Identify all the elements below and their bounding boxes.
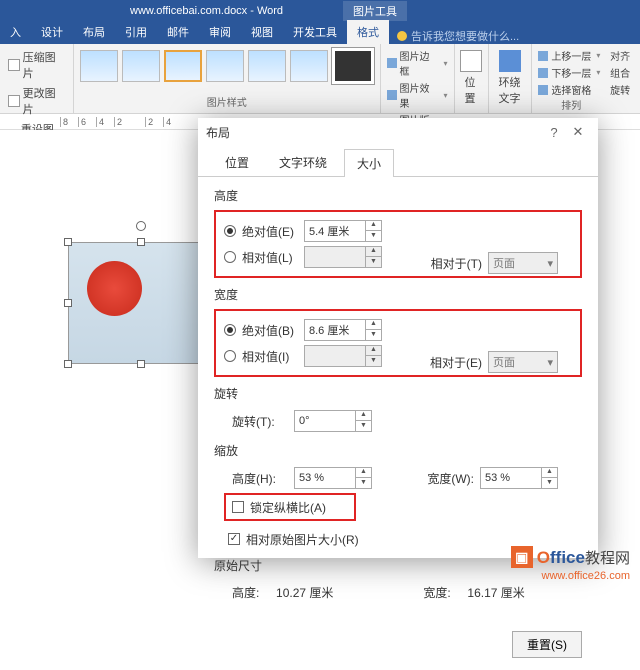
contextual-tab-label: 图片工具 [343,1,407,21]
rotate-input[interactable]: 0°▲▼ [294,410,372,432]
border-icon [387,58,397,68]
scale-width-input[interactable]: 53 %▲▼ [480,467,558,489]
spin-up[interactable]: ▲ [355,410,371,421]
spin-down[interactable]: ▼ [365,231,381,242]
resize-handle[interactable] [64,360,72,368]
compress-icon [8,59,20,71]
dialog-titlebar[interactable]: 布局 ? ✕ [198,118,598,146]
position-button[interactable]: 位置 [461,48,482,108]
spin-up[interactable]: ▲ [355,467,371,478]
height-absolute-radio[interactable] [224,225,236,237]
style-thumb[interactable] [164,50,202,82]
chevron-down-icon: ▾ [547,257,553,270]
resize-handle[interactable] [137,360,145,368]
tab-mailings[interactable]: 邮件 [157,20,199,44]
resize-handle[interactable] [64,299,72,307]
tab-position[interactable]: 位置 [212,148,262,176]
picture-border-button[interactable]: 图片边框 [387,48,448,78]
effects-icon [387,90,397,100]
spin-down[interactable]: ▼ [355,421,371,432]
group-label-styles: 图片样式 [80,94,374,109]
selection-pane-button[interactable]: 选择窗格 [538,82,604,97]
tab-format[interactable]: 格式 [347,20,389,44]
bulb-icon [397,31,407,41]
highlight-box: 锁定纵横比(A) [224,493,356,521]
ribbon: 压缩图片 更改图片 重设图片 图片样式 图片边框 图片效果 图片版式 位置 环绕… [0,44,640,114]
tab-review[interactable]: 审阅 [199,20,241,44]
spin-up[interactable]: ▲ [365,319,381,330]
original-height-value: 10.27 厘米 [276,586,333,600]
resize-handle[interactable] [64,238,72,246]
style-thumb[interactable] [206,50,244,82]
spin-down[interactable]: ▼ [541,478,557,489]
style-thumb[interactable] [80,50,118,82]
picture-styles-gallery[interactable] [80,48,374,84]
lock-aspect-ratio-checkbox[interactable] [232,501,244,513]
relative-original-size-checkbox[interactable] [228,533,240,545]
bring-forward-button[interactable]: 上移一层 [538,48,604,63]
tab-view[interactable]: 视图 [241,20,283,44]
send-backward-button[interactable]: 下移一层 [538,65,604,80]
tab-design[interactable]: 设计 [31,20,73,44]
dialog-tabs: 位置 文字环绕 大小 [198,148,598,177]
ribbon-tabs: 入 设计 布局 引用 邮件 审阅 视图 开发工具 格式 告诉我您想要做什么... [0,22,640,44]
dialog-title: 布局 [206,124,542,141]
resize-handle[interactable] [137,238,145,246]
original-width-value: 16.17 厘米 [467,586,524,600]
tab-text-wrap[interactable]: 文字环绕 [266,148,340,176]
tell-me[interactable]: 告诉我您想要做什么... [397,28,519,44]
change-icon [8,95,20,107]
forward-icon [538,51,548,61]
change-picture-button[interactable]: 更改图片 [6,84,67,118]
title-bar: www.officebai.com.docx - Word 图片工具 [0,0,640,22]
logo-icon: ▣ [511,546,533,568]
tab-references[interactable]: 引用 [115,20,157,44]
wrap-text-button[interactable]: 环绕文字 [495,48,526,108]
spin-down[interactable]: ▼ [355,478,371,489]
spin-down[interactable]: ▼ [365,330,381,341]
position-icon [460,50,482,72]
wrap-icon [499,50,521,72]
spin-up[interactable]: ▲ [541,467,557,478]
align-button[interactable]: 对齐 [610,48,634,63]
group-button[interactable]: 组合 [610,65,634,80]
style-thumb[interactable] [122,50,160,82]
backward-icon [538,68,548,78]
scale-section-title: 缩放 [214,442,582,459]
pane-icon [538,85,548,95]
width-absolute-radio[interactable] [224,324,236,336]
layout-dialog: 布局 ? ✕ 位置 文字环绕 大小 高度 绝对值(E) 5.4 厘米▲▼ 相对值… [198,118,598,558]
compress-picture-button[interactable]: 压缩图片 [6,48,67,82]
rotate-handle[interactable] [136,221,146,231]
style-thumb[interactable] [290,50,328,82]
width-section-title: 宽度 [214,286,582,303]
watermark: ▣ Office教程网 www.office26.com [511,546,630,568]
group-label-arrange: 排列 [538,97,604,112]
emblem-graphic [87,261,142,316]
height-section-title: 高度 [214,187,582,204]
scale-height-input[interactable]: 53 %▲▼ [294,467,372,489]
rotate-section-title: 旋转 [214,385,582,402]
rotate-button[interactable]: 旋转 [610,82,634,97]
tab-insert[interactable]: 入 [0,20,31,44]
style-thumb[interactable] [332,48,374,84]
dialog-help-button[interactable]: ? [542,125,566,140]
width-relative-to-select[interactable]: 页面▾ [488,351,558,373]
height-absolute-input[interactable]: 5.4 厘米▲▼ [304,220,382,242]
style-thumb[interactable] [248,50,286,82]
reset-button[interactable]: 重置(S) [512,631,582,658]
width-absolute-input[interactable]: 8.6 厘米▲▼ [304,319,382,341]
tab-size[interactable]: 大小 [344,149,394,177]
document-title: www.officebai.com.docx - Word [130,5,283,17]
tab-developer[interactable]: 开发工具 [283,20,347,44]
spin-up[interactable]: ▲ [365,220,381,231]
height-relative-to-select[interactable]: 页面▾ [488,252,558,274]
chevron-down-icon: ▾ [547,356,553,369]
picture-effects-button[interactable]: 图片效果 [387,80,448,110]
tab-layout[interactable]: 布局 [73,20,115,44]
selected-image[interactable] [68,242,213,364]
dialog-close-button[interactable]: ✕ [566,124,590,140]
